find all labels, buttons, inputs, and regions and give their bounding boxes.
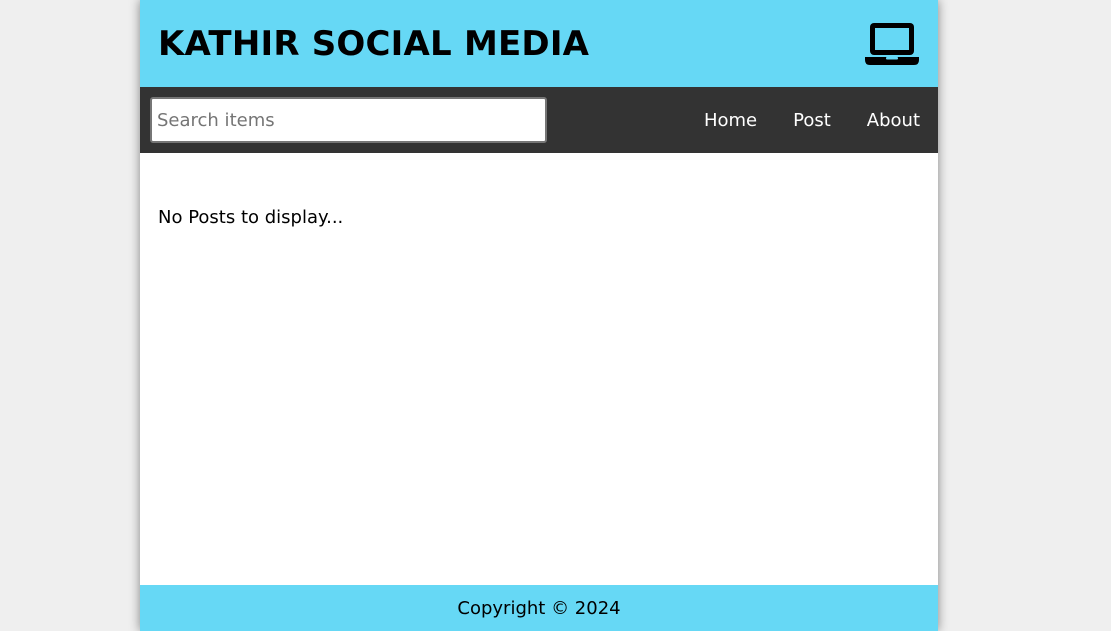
nav-links: Home Post About bbox=[704, 110, 920, 131]
nav-link-home[interactable]: Home bbox=[704, 110, 757, 131]
search-input[interactable] bbox=[150, 97, 547, 143]
nav-link-post[interactable]: Post bbox=[793, 110, 831, 131]
site-footer: Copyright © 2024 bbox=[140, 585, 938, 631]
nav-link-about[interactable]: About bbox=[867, 110, 920, 131]
nav-item-home: Home bbox=[704, 110, 757, 131]
empty-posts-message: No Posts to display... bbox=[158, 207, 344, 228]
search-form bbox=[150, 97, 547, 143]
app-container: KATHIR SOCIAL MEDIA Home Post About bbox=[140, 0, 938, 631]
site-title: KATHIR SOCIAL MEDIA bbox=[158, 23, 590, 64]
main-content: No Posts to display... bbox=[140, 153, 938, 585]
nav-item-about: About bbox=[867, 110, 920, 131]
site-header: KATHIR SOCIAL MEDIA bbox=[140, 0, 938, 87]
nav-item-post: Post bbox=[793, 110, 831, 131]
nav-bar: Home Post About bbox=[140, 87, 938, 153]
copyright-text: Copyright © 2024 bbox=[457, 597, 621, 619]
laptop-icon bbox=[864, 21, 920, 67]
